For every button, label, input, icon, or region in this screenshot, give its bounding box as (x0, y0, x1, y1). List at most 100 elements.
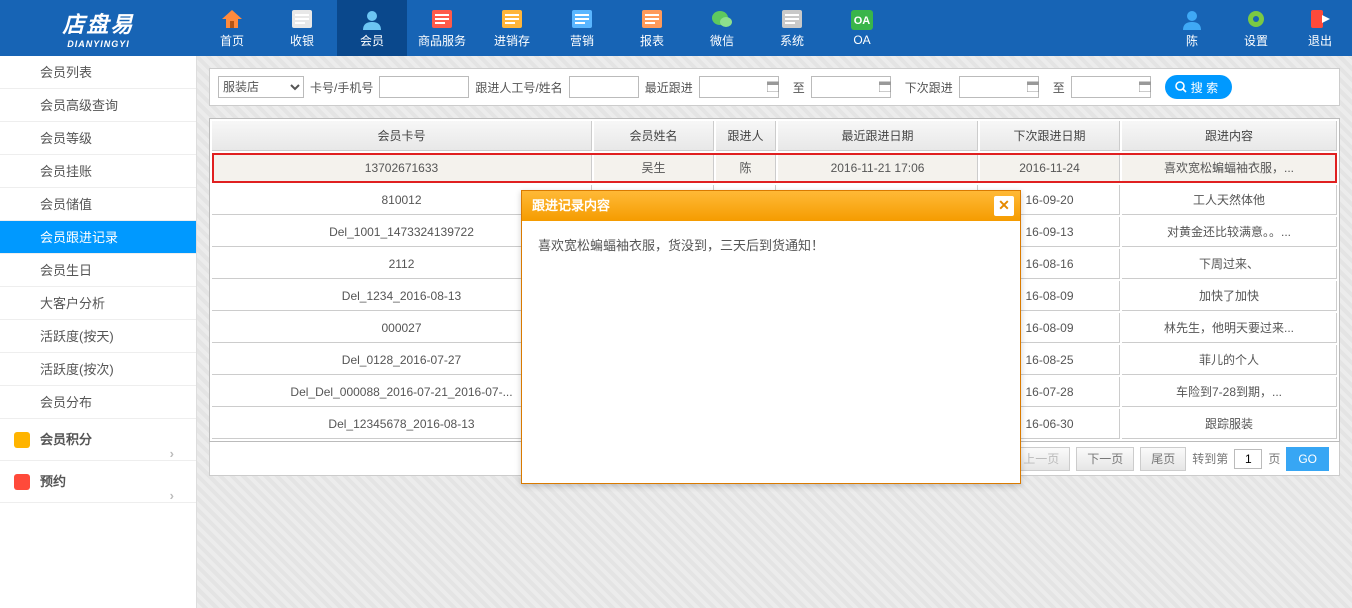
nav-label: 设置 (1244, 32, 1268, 49)
oa-icon: OA (850, 9, 874, 31)
card-label: 卡号/手机号 (310, 79, 373, 96)
to-label: 至 (793, 79, 805, 96)
exit-icon (1308, 8, 1332, 30)
cell: 林先生，他明天要过来... (1122, 313, 1337, 343)
nav-label: 商品服务 (418, 32, 466, 49)
close-icon[interactable]: ✕ (994, 196, 1014, 216)
next-label: 下次跟进 (905, 79, 953, 96)
nav-stock[interactable]: 进销存 (477, 0, 547, 56)
recent-from-input[interactable] (699, 76, 779, 98)
cell: 2016-11-21 17:06 (778, 153, 978, 183)
nav-wechat[interactable]: 微信 (687, 0, 757, 56)
search-button[interactable]: 搜 索 (1165, 75, 1232, 99)
logo: 店盘易 DIANYINGYI (0, 0, 197, 56)
sidebar-item-7[interactable]: 大客户分析 (0, 287, 196, 320)
home-icon (220, 8, 244, 30)
nav-user[interactable]: 会员 (337, 0, 407, 56)
pager-tail[interactable]: 尾页 (1140, 447, 1186, 471)
cell: 菲儿的个人 (1122, 345, 1337, 375)
cell: 车险到7-28到期，... (1122, 377, 1337, 407)
col-header: 最近跟进日期 (778, 121, 978, 151)
card-input[interactable] (379, 76, 469, 98)
cell: 工人天然体他 (1122, 185, 1337, 215)
cat-icon (14, 432, 30, 448)
cell: 下周过来、 (1122, 249, 1337, 279)
follower-input[interactable] (569, 76, 639, 98)
sidebar-cat[interactable]: 预约› (0, 461, 196, 503)
nav-oa[interactable]: OA OA (827, 0, 897, 56)
cell: 喜欢宽松蝙蝠袖衣服，... (1122, 153, 1337, 183)
nav-label: 进销存 (494, 32, 530, 49)
user-icon (360, 8, 384, 30)
col-header: 下次跟进日期 (980, 121, 1120, 151)
sidebar-cat[interactable]: 会员积分› (0, 419, 196, 461)
cell: 陈 (716, 153, 776, 183)
pager-page-input[interactable] (1234, 449, 1262, 469)
nav-label: 会员 (360, 32, 384, 49)
col-header: 会员姓名 (594, 121, 714, 151)
avatar-icon (1180, 8, 1204, 30)
sidebar-item-1[interactable]: 会员高级查询 (0, 89, 196, 122)
sidebar-item-0[interactable]: 会员列表 (0, 56, 196, 89)
nav-gear[interactable]: 设置 (1224, 0, 1288, 56)
nav-mkt[interactable]: 营销 (547, 0, 617, 56)
recent-label: 最近跟进 (645, 79, 693, 96)
sidebar-item-8[interactable]: 活跃度(按天) (0, 320, 196, 353)
pager-go-button[interactable]: GO (1286, 447, 1329, 471)
store-select[interactable]: 服装店 (218, 76, 304, 98)
nav-goods[interactable]: 商品服务 (407, 0, 477, 56)
cat-icon (14, 474, 30, 490)
nav-cash[interactable]: 收银 (267, 0, 337, 56)
search-label: 搜 索 (1191, 79, 1218, 96)
logo-main: 店盘易 (62, 7, 134, 39)
pager-next[interactable]: 下一页 (1076, 447, 1134, 471)
pager-unit: 页 (1268, 450, 1280, 467)
nav-sys[interactable]: 系统 (757, 0, 827, 56)
cell: 对黄金还比较满意。。... (1122, 217, 1337, 247)
table-row[interactable]: 13702671633吴生陈2016-11-21 17:062016-11-24… (212, 153, 1337, 183)
cell: 13702671633 (212, 153, 592, 183)
nav-home[interactable]: 首页 (197, 0, 267, 56)
stock-icon (500, 8, 524, 30)
cell: 加快了加快 (1122, 281, 1337, 311)
col-header: 跟进人 (716, 121, 776, 151)
nav-avatar[interactable]: 陈 (1160, 0, 1224, 56)
nav-label: 陈 (1186, 32, 1198, 49)
pager-jump-label: 转到第 (1192, 450, 1228, 467)
nav-label: OA (853, 33, 870, 47)
sidebar-item-5[interactable]: 会员跟进记录 (0, 221, 196, 254)
wechat-icon (710, 8, 734, 30)
gear-icon (1244, 8, 1268, 30)
nav-label: 报表 (640, 32, 664, 49)
to-label: 至 (1053, 79, 1065, 96)
search-icon (1175, 81, 1187, 93)
recent-to-input[interactable] (811, 76, 891, 98)
followup-modal: 跟进记录内容 ✕ 喜欢宽松蝙蝠袖衣服，货没到，三天后到货通知！ (521, 190, 1021, 484)
filter-bar: 服装店 卡号/手机号 跟进人工号/姓名 最近跟进 至 下次跟进 至 搜 索 (209, 68, 1340, 106)
nav-report[interactable]: 报表 (617, 0, 687, 56)
follower-label: 跟进人工号/姓名 (475, 79, 562, 96)
nav-exit[interactable]: 退出 (1288, 0, 1352, 56)
sidebar-item-4[interactable]: 会员储值 (0, 188, 196, 221)
svg-text:OA: OA (854, 15, 871, 27)
next-to-input[interactable] (1071, 76, 1151, 98)
sidebar-item-9[interactable]: 活跃度(按次) (0, 353, 196, 386)
nav-label: 系统 (780, 32, 804, 49)
sidebar-item-6[interactable]: 会员生日 (0, 254, 196, 287)
report-icon (640, 8, 664, 30)
sidebar-item-10[interactable]: 会员分布 (0, 386, 196, 419)
modal-body: 喜欢宽松蝙蝠袖衣服，货没到，三天后到货通知！ (522, 221, 1020, 268)
nav-label: 收银 (290, 32, 314, 49)
nav-right: 陈 设置 退出 (1160, 0, 1352, 56)
sidebar-item-2[interactable]: 会员等级 (0, 122, 196, 155)
next-from-input[interactable] (959, 76, 1039, 98)
cell: 2016-11-24 (980, 153, 1120, 183)
nav-items: 首页收银 会员 商品服务 进销存 营销 报表 微信系统 OA OA (197, 0, 897, 56)
modal-title: 跟进记录内容 (532, 198, 610, 213)
sidebar-item-3[interactable]: 会员挂账 (0, 155, 196, 188)
nav-label: 营销 (570, 32, 594, 49)
nav-label: 退出 (1308, 32, 1332, 49)
cell: 吴生 (594, 153, 714, 183)
mkt-icon (570, 8, 594, 30)
modal-header: 跟进记录内容 ✕ (522, 191, 1020, 221)
